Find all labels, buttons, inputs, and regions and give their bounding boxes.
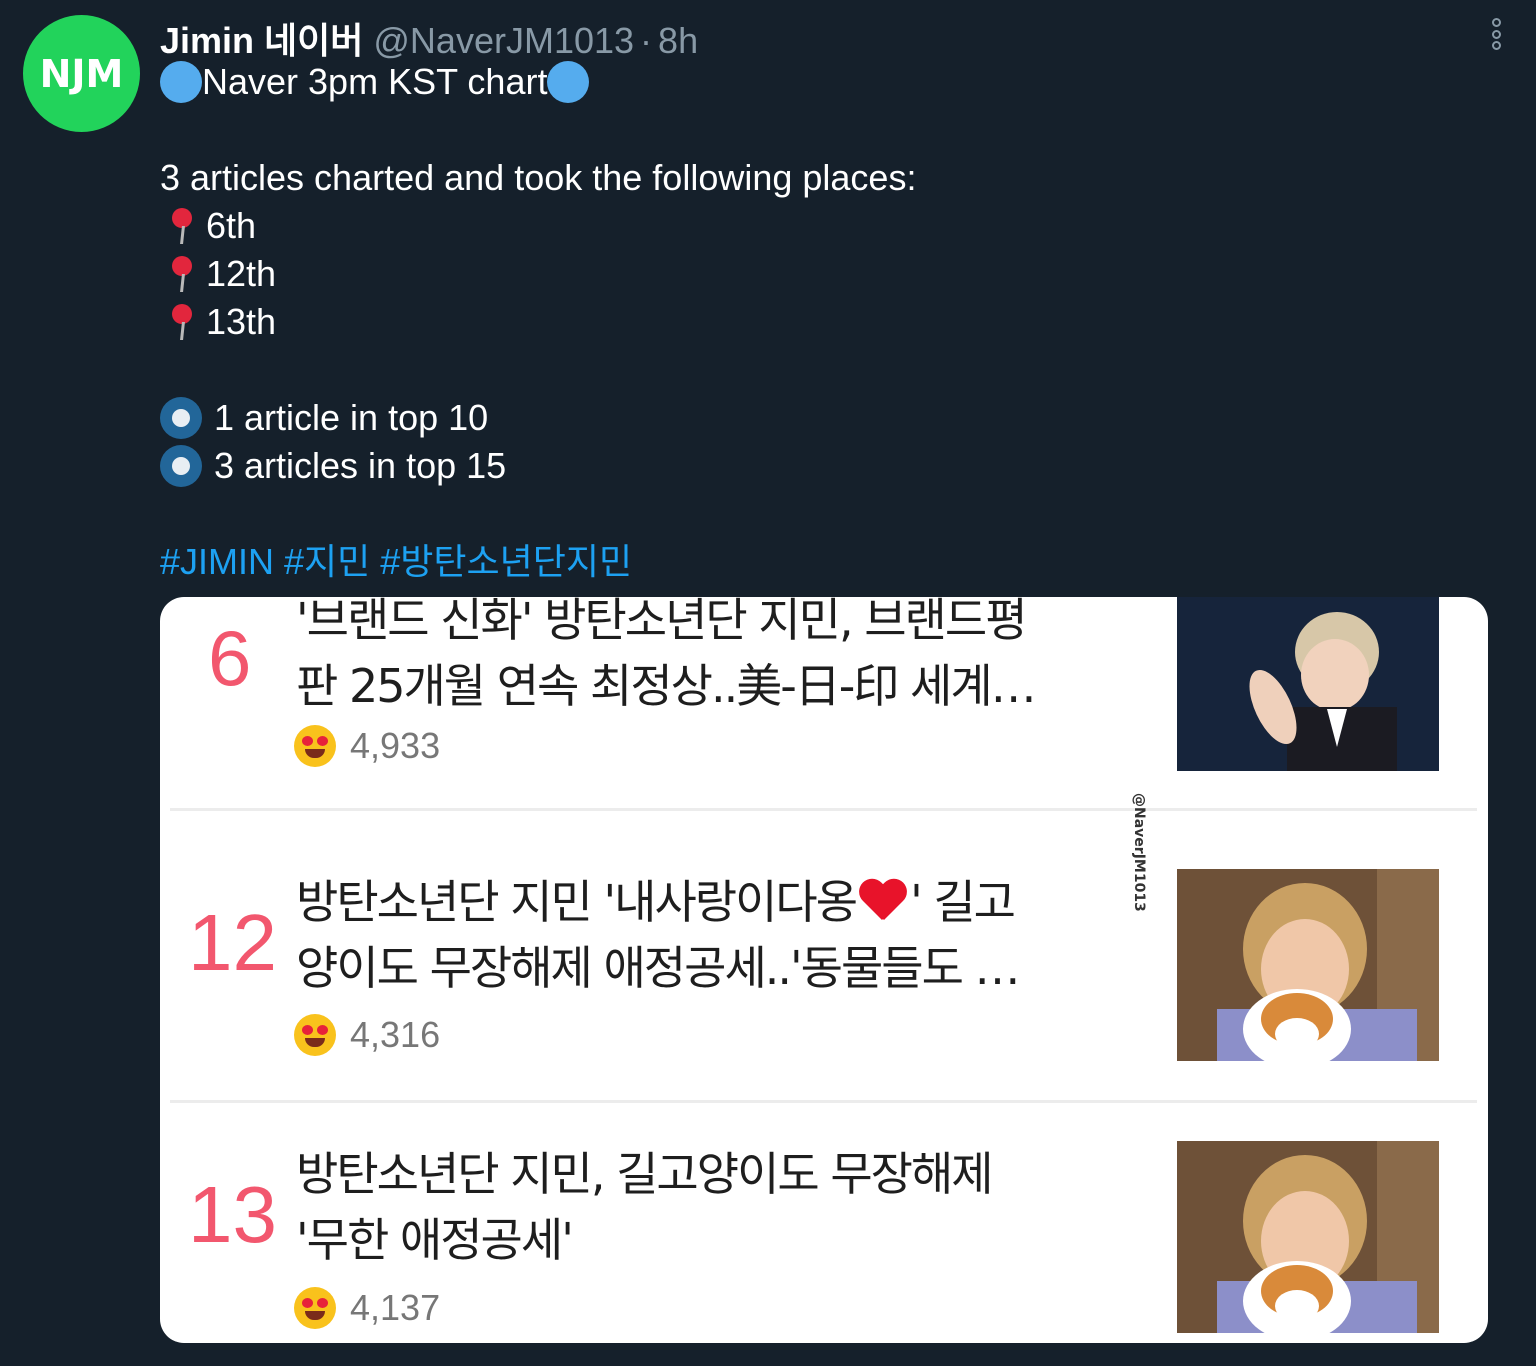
tweet-text: Naver 3pm KST chart 3 articles charted a… bbox=[160, 58, 1480, 586]
headline-line: 양이도 무장해제 애정공세..'동물들도 … bbox=[296, 941, 1021, 995]
article-row: 12 방탄소년단 지민 '내사랑이다옹 ' 길고 양이도 무장해제 애정공세..'… bbox=[160, 811, 1488, 1101]
reaction-count: 4,933 bbox=[294, 725, 440, 767]
article-rank: 12 bbox=[188, 898, 277, 987]
place-item: 6th bbox=[160, 202, 1480, 250]
hashtag-link[interactable]: #지민 bbox=[284, 538, 370, 586]
timestamp[interactable]: 8h bbox=[658, 20, 698, 62]
reaction-number: 4,137 bbox=[350, 1287, 441, 1328]
tweet-intro: 3 articles charted and took the followin… bbox=[160, 154, 1480, 202]
hashtags: #JIMIN #지민 #방탄소년단지민 bbox=[160, 538, 1480, 586]
headline-line: 방탄소년단 지민, 길고양이도 무장해제 bbox=[296, 1147, 994, 1201]
pushpin-icon bbox=[160, 301, 206, 343]
heart-icon bbox=[858, 878, 908, 922]
article-thumbnail bbox=[1177, 1141, 1439, 1333]
place-item: 13th bbox=[160, 298, 1480, 346]
place-text: 6th bbox=[206, 205, 257, 246]
summary-item: 1 article in top 10 bbox=[160, 394, 1480, 442]
more-options-icon[interactable] bbox=[1482, 16, 1510, 52]
radio-button-icon bbox=[160, 397, 202, 439]
radio-button-icon bbox=[160, 445, 202, 487]
place-text: 12th bbox=[206, 253, 277, 294]
tweet-header: Jimin 네이버 @NaverJM1013 · 8h bbox=[160, 12, 698, 61]
summary-text: 1 article in top 10 bbox=[214, 397, 489, 438]
tweet-title: Naver 3pm KST chart bbox=[202, 61, 548, 102]
article-headline: 방탄소년단 지민 '내사랑이다옹 ' 길고 양이도 무장해제 애정공세..'동물들… bbox=[296, 869, 1021, 1001]
reaction-number: 4,933 bbox=[350, 725, 441, 766]
tweet-media-image[interactable]: 6 '브랜드 신화' 방탄소년단 지민, 브랜드평 판 25개월 연속 최정상.… bbox=[160, 597, 1488, 1343]
article-rank: 6 bbox=[208, 614, 252, 702]
article-row: 6 '브랜드 신화' 방탄소년단 지민, 브랜드평 판 25개월 연속 최정상.… bbox=[160, 597, 1488, 809]
avatar[interactable]: NJM bbox=[23, 15, 140, 132]
blue-circle-icon bbox=[547, 61, 590, 103]
reaction-number: 4,316 bbox=[350, 1014, 441, 1055]
tweet-title-line: Naver 3pm KST chart bbox=[160, 58, 1480, 106]
hashtag-link[interactable]: #JIMIN bbox=[160, 538, 274, 586]
summary-item: 3 articles in top 15 bbox=[160, 442, 1480, 490]
article-headline: '브랜드 신화' 방탄소년단 지민, 브랜드평 판 25개월 연속 최정상..美… bbox=[296, 597, 1037, 719]
headline-line: 방탄소년단 지민 '내사랑이다옹 ' 길고 bbox=[296, 875, 1016, 929]
place-item: 12th bbox=[160, 250, 1480, 298]
headline-line: '브랜드 신화' 방탄소년단 지민, 브랜드평 bbox=[296, 597, 1028, 647]
avatar-logo-text: NJM bbox=[39, 51, 124, 96]
article-thumbnail bbox=[1177, 869, 1439, 1061]
display-name[interactable]: Jimin 네이버 bbox=[160, 12, 363, 64]
headline-line: '무한 애정공세' bbox=[296, 1213, 574, 1267]
article-row: 13 방탄소년단 지민, 길고양이도 무장해제 '무한 애정공세' 4,137 bbox=[160, 1103, 1488, 1343]
reaction-count: 4,137 bbox=[294, 1287, 440, 1329]
headline-line: 판 25개월 연속 최정상..美-日-印 세계… bbox=[296, 659, 1037, 713]
pushpin-icon bbox=[160, 205, 206, 247]
summary-text: 3 articles in top 15 bbox=[214, 445, 507, 486]
intro-text: 3 articles charted and took the followin… bbox=[160, 157, 917, 198]
blue-circle-icon bbox=[160, 61, 202, 103]
article-headline: 방탄소년단 지민, 길고양이도 무장해제 '무한 애정공세' bbox=[296, 1141, 994, 1273]
separator-dot: · bbox=[640, 20, 653, 61]
place-text: 13th bbox=[206, 301, 277, 342]
heart-eyes-icon bbox=[294, 1287, 336, 1329]
article-thumbnail bbox=[1177, 597, 1439, 771]
heart-eyes-icon bbox=[294, 1014, 336, 1056]
pushpin-icon bbox=[160, 253, 206, 295]
reaction-count: 4,316 bbox=[294, 1014, 440, 1056]
article-rank: 13 bbox=[188, 1170, 277, 1259]
heart-eyes-icon bbox=[294, 725, 336, 767]
hashtag-link[interactable]: #방탄소년단지민 bbox=[380, 538, 632, 586]
user-handle[interactable]: @NaverJM1013 bbox=[373, 20, 634, 62]
